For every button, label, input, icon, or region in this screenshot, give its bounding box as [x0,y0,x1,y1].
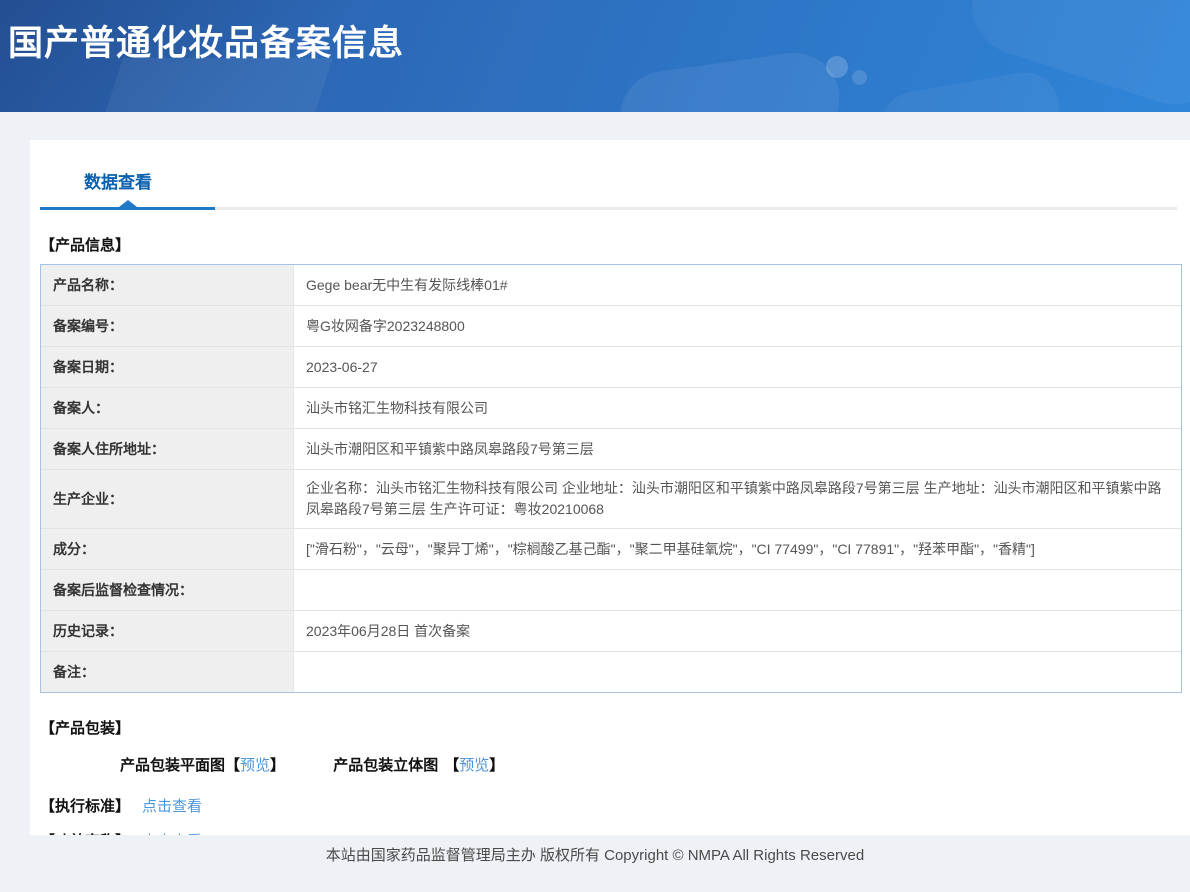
table-row: 成分： ["滑石粉"，"云母"，"聚异丁烯"，"棕榈酸乙基己酯"，"聚二甲基硅氧… [41,528,1181,569]
row-value: 企业名称：汕头市铭汇生物科技有限公司 企业地址：汕头市潮阳区和平镇紫中路凤皋路段… [294,470,1181,528]
standards-view-link[interactable]: 点击查看 [142,798,202,815]
bracket: 】 [489,757,504,774]
page-footer: 本站由国家药品监督管理局主办 版权所有 Copyright © NMPA All… [0,835,1190,892]
tab-data-view[interactable]: 数据查看 [84,168,152,193]
content-card: 数据查看 【产品信息】 产品名称： Gege bear无中生有发际线棒01# 备… [30,140,1190,835]
copyright-text: 本站由国家药品监督管理局主办 版权所有 Copyright © NMPA All… [0,835,1190,865]
row-label: 备案日期： [41,347,294,387]
row-label: 备案编号： [41,306,294,346]
bracket: 【 [444,757,459,774]
row-value: 粤G妆网备字2023248800 [294,306,1181,346]
row-label: 备案人： [41,388,294,428]
header-decoration-circle [852,70,867,85]
section-title-product-info: 【产品信息】 [40,234,1190,255]
row-value: ["滑石粉"，"云母"，"聚异丁烯"，"棕榈酸乙基己酯"，"聚二甲基硅氧烷"，"… [294,529,1181,569]
row-label: 成分： [41,529,294,569]
section-title-packaging: 【产品包装】 [40,717,1190,738]
row-label: 备案人住所地址： [41,429,294,469]
row-label: 历史记录： [41,611,294,651]
standards-label: 【执行标准】 [40,798,130,815]
standards-line: 【执行标准】点击查看 [40,795,1190,816]
packaging-stereo-preview-link[interactable]: 预览 [459,757,489,774]
row-label: 备注： [41,652,294,692]
header-decoration-circle [826,56,848,78]
packaging-previews: 产品包装平面图【预览】 产品包装立体图【预览】 [120,754,1190,775]
row-value: 2023-06-27 [294,347,1181,387]
row-value: 2023年06月28日 首次备案 [294,611,1181,651]
tab-divider [40,207,1177,210]
tab-active-underline [40,207,215,210]
packaging-flat-item: 产品包装平面图【预览】 [120,757,289,774]
table-row: 备案后监督检查情况： [41,569,1181,610]
bracket: 【 [225,757,240,774]
row-value: Gege bear无中生有发际线棒01# [294,265,1181,305]
row-value: 汕头市潮阳区和平镇紫中路凤皋路段7号第三层 [294,429,1181,469]
header-decoration [875,67,1064,112]
table-row: 产品名称： Gege bear无中生有发际线棒01# [41,265,1181,305]
page-title: 国产普通化妆品备案信息 [8,15,404,66]
tab-bar: 数据查看 [30,140,1190,210]
row-label: 生产企业： [41,470,294,528]
row-label: 产品名称： [41,265,294,305]
table-row: 备案人住所地址： 汕头市潮阳区和平镇紫中路凤皋路段7号第三层 [41,428,1181,469]
header-decoration [959,0,1190,112]
page-header-banner: 国产普通化妆品备案信息 [0,0,1190,112]
tab-active-pointer-icon [119,200,137,207]
header-decoration [615,47,845,112]
packaging-stereo-item: 产品包装立体图【预览】 [333,757,504,774]
product-info-table: 产品名称： Gege bear无中生有发际线棒01# 备案编号： 粤G妆网备字2… [40,264,1182,693]
packaging-stereo-label: 产品包装立体图 [333,757,438,774]
row-value [294,652,1181,692]
table-row: 备注： [41,651,1181,692]
header-decoration [97,58,333,112]
table-row: 历史记录： 2023年06月28日 首次备案 [41,610,1181,651]
row-label: 备案后监督检查情况： [41,570,294,610]
table-row: 备案人： 汕头市铭汇生物科技有限公司 [41,387,1181,428]
row-value: 汕头市铭汇生物科技有限公司 [294,388,1181,428]
bracket: 】 [270,757,285,774]
table-row: 备案日期： 2023-06-27 [41,346,1181,387]
packaging-flat-label: 产品包装平面图 [120,757,225,774]
row-value [294,570,1181,610]
table-row: 备案编号： 粤G妆网备字2023248800 [41,305,1181,346]
packaging-flat-preview-link[interactable]: 预览 [240,757,270,774]
table-row: 生产企业： 企业名称：汕头市铭汇生物科技有限公司 企业地址：汕头市潮阳区和平镇紫… [41,469,1181,528]
